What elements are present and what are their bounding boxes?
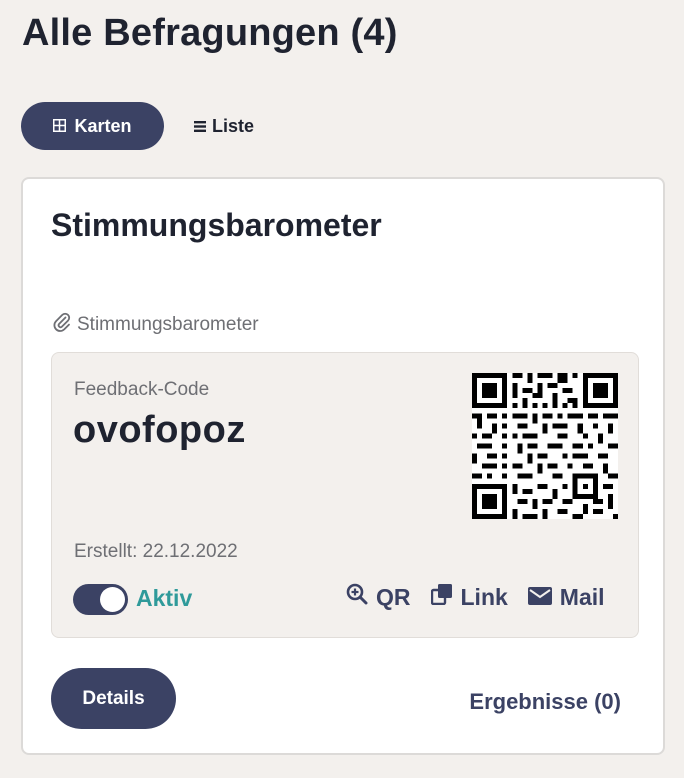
code-value: ovofopoz xyxy=(73,409,246,451)
code-label: Feedback-Code xyxy=(74,379,210,400)
results-link[interactable]: Ergebnisse (0) xyxy=(469,689,621,715)
cards-view-button[interactable]: Karten xyxy=(21,102,164,150)
survey-title: Stimmungsbarometer xyxy=(51,207,382,243)
link-action[interactable]: Link xyxy=(430,583,508,611)
envelope-icon xyxy=(527,584,552,611)
share-actions: QR Link Mail xyxy=(346,583,605,611)
mail-action[interactable]: Mail xyxy=(527,583,605,611)
feedback-code-panel: Feedback-Code ovofopoz Erstellt: 22.12.2… xyxy=(51,352,639,638)
created-date: Erstellt: 22.12.2022 xyxy=(74,541,238,562)
list-view-label: Liste xyxy=(212,115,255,136)
view-toggle: Karten Liste xyxy=(21,102,270,150)
cards-view-label: Karten xyxy=(74,115,132,136)
qr-action[interactable]: QR xyxy=(346,583,411,611)
list-view-button[interactable]: Liste xyxy=(178,102,270,150)
link-action-label: Link xyxy=(460,583,508,610)
copy-icon xyxy=(430,583,453,611)
active-toggle[interactable] xyxy=(73,584,128,615)
status-label: Aktiv xyxy=(136,585,193,611)
attachment-label: Stimmungsbarometer xyxy=(77,314,259,335)
survey-card: Stimmungsbarometer Stimmungsbarometer Fe… xyxy=(21,177,665,755)
attachment: Stimmungsbarometer xyxy=(53,312,259,338)
list-icon xyxy=(194,116,206,137)
qr-action-label: QR xyxy=(376,583,411,610)
details-button[interactable]: Details xyxy=(51,668,176,729)
grid-icon xyxy=(53,116,67,137)
toggle-knob xyxy=(100,587,125,612)
zoom-in-icon xyxy=(346,583,368,611)
mail-action-label: Mail xyxy=(559,583,605,610)
qr-code xyxy=(472,373,618,519)
page-title: Alle Befragungen (4) xyxy=(22,12,398,54)
paperclip-icon xyxy=(53,312,71,338)
